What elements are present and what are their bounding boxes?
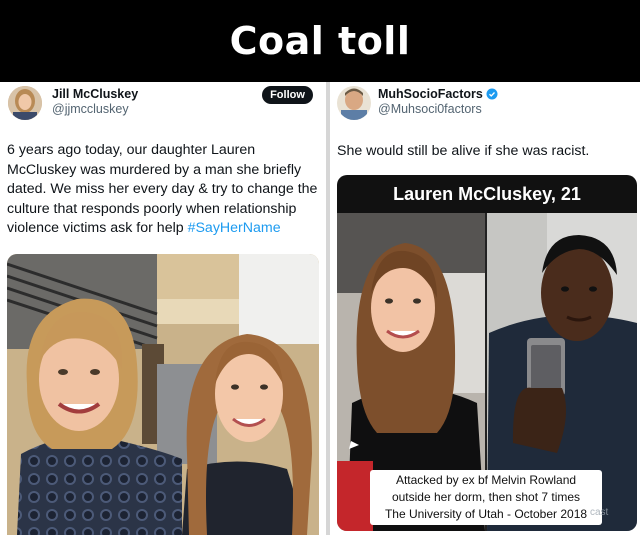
follow-button[interactable]: Follow [262,86,313,104]
photo-caption: Attacked by ex bf Melvin Rowland outside… [370,470,602,525]
author-handle[interactable]: @jjmccluskey [52,102,129,116]
caption-line: outside her dorm, then shot 7 times [391,490,581,504]
left-tweet-panel: Jill McCluskey @jjmccluskey Follow 6 yea… [0,82,326,535]
caption-line: Attacked by ex bf Melvin Rowland [395,473,577,487]
author-handle[interactable]: @Muhsoci0factors [378,102,482,116]
card-title-bar: Lauren McCluskey, 21 [337,175,637,213]
card-title: Lauren McCluskey, 21 [393,183,581,204]
caption-line: The University of Utah - October 2018 [384,507,588,521]
meme-title-bar: Coal toll [0,0,640,82]
meme-title: Coal toll [229,19,411,63]
author-name-text: MuhSocioFactors [378,87,483,101]
verified-badge-icon [486,88,498,100]
avatar[interactable] [8,86,42,120]
tweet-text: 6 years ago today, our daughter Lauren M… [7,141,323,239]
watermark: cast [590,507,609,518]
mother-daughter-photo [7,254,319,535]
hashtag-link[interactable]: #SayHerName [188,220,281,236]
avatar-image [337,86,371,120]
author-name[interactable]: MuhSocioFactors [378,87,498,101]
tweet-photo[interactable] [7,254,319,535]
tweet-text: She would still be alive if she was raci… [337,143,590,159]
avatar-image [8,86,42,120]
avatar[interactable] [337,86,371,120]
author-name[interactable]: Jill McCluskey [52,87,138,101]
